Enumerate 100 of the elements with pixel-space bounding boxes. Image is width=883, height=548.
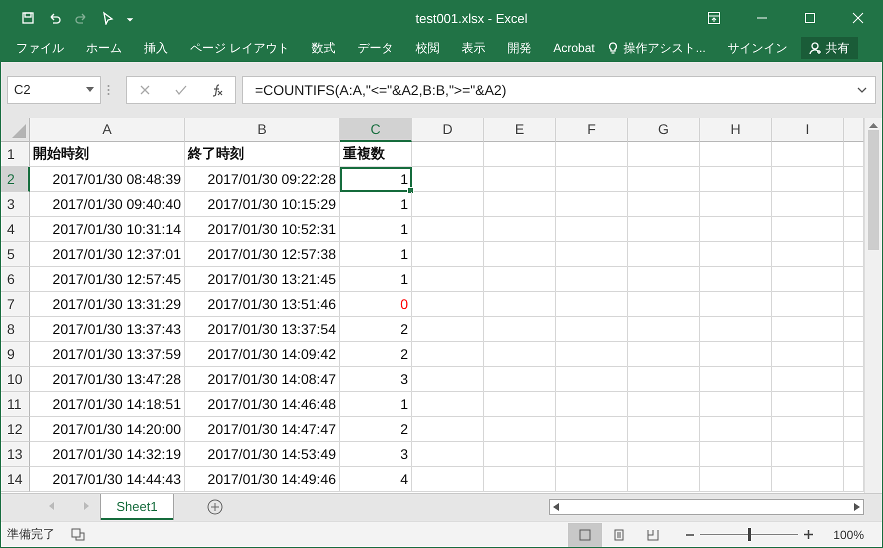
empty-cell (556, 192, 628, 217)
empty-cell (484, 166, 556, 192)
ribbon-tab[interactable]: 挿入 (133, 36, 179, 60)
sign-in-link[interactable]: サインイン (716, 36, 799, 60)
table-cell: 重複数 (340, 142, 412, 167)
ribbon-tab[interactable]: ページ レイアウト (179, 36, 300, 60)
column-header[interactable]: C (340, 118, 412, 142)
column-header[interactable]: A (30, 118, 185, 142)
ribbon-tab[interactable]: ファイル (5, 36, 75, 60)
table-cell: 1 (340, 216, 412, 242)
empty-cell (556, 266, 628, 292)
view-icon (646, 528, 660, 542)
table-cell: 2017/01/30 14:49:46 (185, 466, 340, 492)
fill-handle[interactable] (407, 186, 414, 194)
zoom-reading[interactable]: 100% (833, 528, 864, 542)
table-cell: 2017/01/30 08:48:39 (30, 166, 185, 192)
table-cell: 2017/01/30 14:08:47 (185, 366, 340, 392)
expand-icon[interactable] (857, 86, 867, 93)
empty-cell (700, 416, 772, 442)
ribbon-tab[interactable]: 数式 (300, 36, 346, 60)
column-header[interactable]: B (185, 118, 340, 142)
table-cell: 2 (340, 316, 412, 342)
empty-cell (772, 366, 844, 392)
empty-cell (412, 392, 484, 417)
empty-cell (772, 142, 844, 167)
row-header[interactable]: 7 (1, 292, 30, 317)
empty-cell (628, 166, 700, 192)
empty-cell (772, 442, 844, 467)
empty-cell (628, 142, 700, 167)
empty-cell (700, 316, 772, 342)
table-cell: 2017/01/30 10:52:31 (185, 216, 340, 242)
vertical-scrollbar[interactable] (864, 118, 882, 494)
empty-cell (628, 292, 700, 317)
column-header[interactable]: D (412, 118, 484, 142)
row-header[interactable]: 4 (1, 216, 30, 242)
row-header[interactable]: 6 (1, 266, 30, 292)
zoom-in-icon[interactable] (804, 530, 814, 540)
formula-field[interactable]: =COUNTIFS(A:A,"<="&A2,B:B,">="&A2) (242, 76, 876, 104)
ribbon-tab[interactable]: 校閲 (404, 36, 450, 60)
empty-cell (484, 366, 556, 392)
row-header[interactable]: 3 (1, 192, 30, 217)
empty-cell (556, 342, 628, 367)
row-header[interactable]: 8 (1, 316, 30, 342)
column-header[interactable]: I (772, 118, 844, 142)
empty-cell (700, 392, 772, 417)
normal-view-button[interactable] (568, 522, 602, 547)
row-header[interactable]: 14 (1, 466, 30, 492)
empty-cell (700, 242, 772, 267)
empty-cell (412, 242, 484, 267)
cursor-icon[interactable] (101, 11, 115, 25)
row-header[interactable]: 11 (1, 392, 30, 417)
empty-cell (628, 242, 700, 267)
status-text: 準備完了 (7, 526, 55, 544)
empty-cell (700, 292, 772, 317)
person-plus-icon (808, 41, 823, 56)
empty-cell (556, 142, 628, 167)
maximize-icon (804, 12, 816, 24)
empty-cell (556, 416, 628, 442)
dropdown-icon[interactable] (86, 87, 94, 92)
ribbon-tab[interactable]: Acrobat (542, 36, 606, 60)
tell-me-field[interactable]: 操作アシスト... (620, 36, 717, 60)
row-header[interactable]: 10 (1, 366, 30, 392)
empty-cell (772, 216, 844, 242)
table-cell: 2017/01/30 13:21:45 (185, 266, 340, 292)
column-header[interactable]: F (556, 118, 628, 142)
column-header[interactable]: E (484, 118, 556, 142)
row-header[interactable]: 9 (1, 342, 30, 367)
ribbon-tab[interactable]: ホーム (75, 36, 133, 60)
column-header[interactable]: H (700, 118, 772, 142)
empty-cell (700, 442, 772, 467)
column-header[interactable]: G (628, 118, 700, 142)
empty-cell (772, 392, 844, 417)
empty-cell (628, 342, 700, 367)
table-cell: 2 (340, 342, 412, 367)
row-header[interactable]: 1 (1, 142, 30, 167)
row-header[interactable]: 12 (1, 416, 30, 442)
name-box[interactable]: C2 (7, 76, 101, 104)
ribbon-tab[interactable]: 開発 (496, 36, 542, 60)
empty-cell (556, 366, 628, 392)
empty-cell (628, 392, 700, 417)
add-sheet-icon[interactable] (207, 499, 223, 516)
empty-cell (556, 292, 628, 317)
table-cell: 0 (340, 292, 412, 317)
horizontal-scrollbar[interactable] (549, 499, 864, 516)
empty-cell (556, 392, 628, 417)
row-header[interactable]: 13 (1, 442, 30, 467)
row-header[interactable]: 2 (1, 166, 30, 192)
share-button[interactable]: 共有 (800, 37, 858, 60)
row-header[interactable]: 5 (1, 242, 30, 267)
sheet-tab[interactable]: Sheet1 (101, 494, 173, 520)
table-cell: 3 (340, 366, 412, 392)
scroll-right-icon[interactable] (854, 503, 860, 512)
ribbon-tab[interactable]: データ (346, 36, 404, 60)
empty-cell (556, 216, 628, 242)
scrollbar-thumb[interactable] (868, 130, 879, 250)
save-icon[interactable] (21, 11, 35, 25)
ribbon-tab[interactable]: 表示 (450, 36, 496, 60)
table-cell: 2017/01/30 14:47:47 (185, 416, 340, 442)
scroll-left-icon[interactable] (553, 503, 559, 512)
function-icon[interactable] (210, 82, 224, 97)
